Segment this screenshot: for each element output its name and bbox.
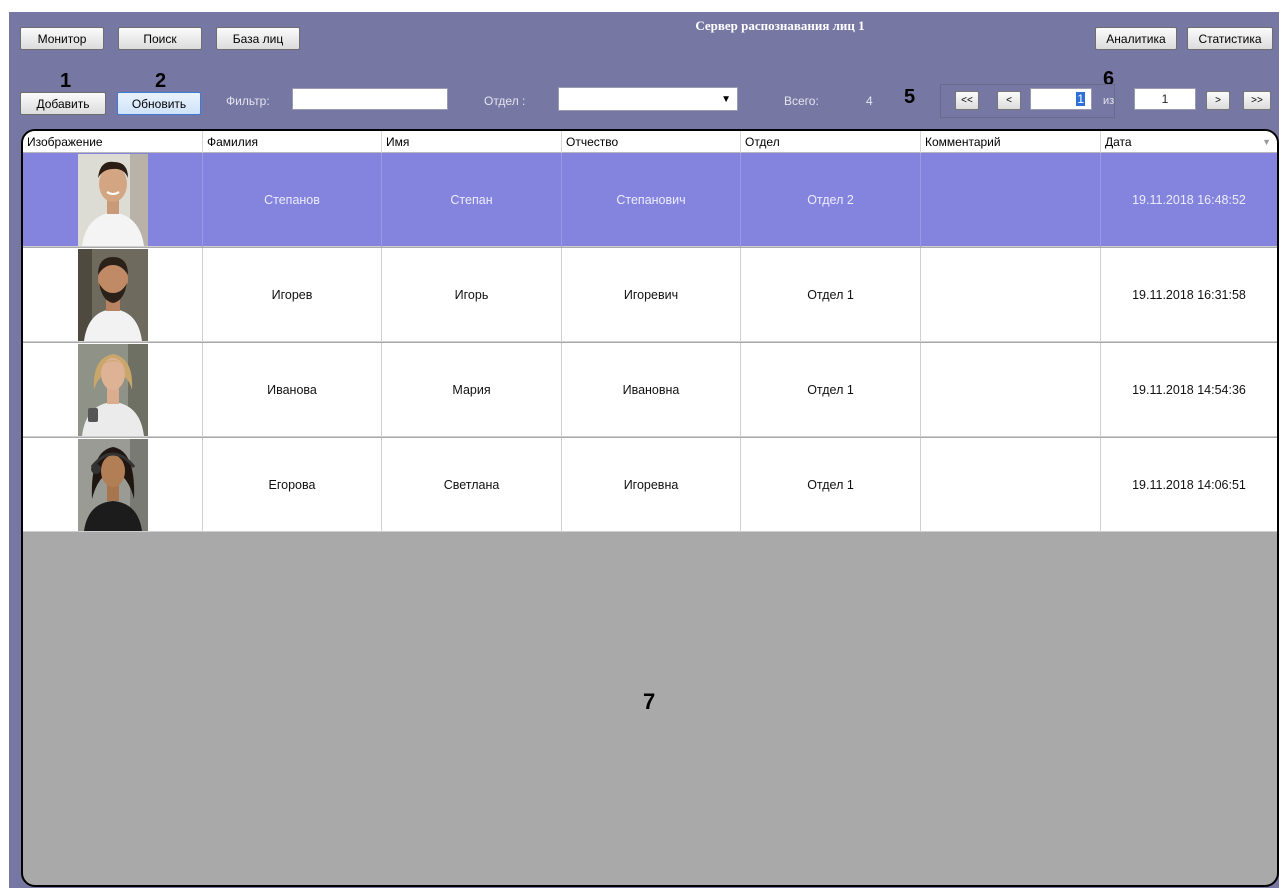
table-header: Изображение Фамилия Имя Отчество Отдел К… xyxy=(23,131,1277,153)
sort-icon: ▼ xyxy=(1262,137,1271,147)
window-title: Сервер распознавания лиц 1 xyxy=(695,18,865,33)
col-comment[interactable]: Комментарий xyxy=(921,131,1101,153)
callout-1: 1 xyxy=(60,70,72,92)
surname-cell: Егорова xyxy=(203,438,382,532)
name-cell: Мария xyxy=(382,343,562,437)
total-label: Всего: xyxy=(784,94,819,108)
monitor-button[interactable]: Монитор xyxy=(20,27,104,50)
total-pages-field: 1 xyxy=(1134,88,1196,110)
col-image[interactable]: Изображение xyxy=(23,131,203,153)
comment-cell xyxy=(921,153,1101,247)
name-cell: Игорь xyxy=(382,248,562,342)
patronymic-cell: Степанович xyxy=(562,153,741,247)
next-page-button[interactable]: > xyxy=(1206,91,1230,110)
col-date[interactable]: Дата ▼ xyxy=(1101,131,1277,153)
add-button[interactable]: Добавить xyxy=(20,92,106,115)
callout-2: 2 xyxy=(155,70,167,92)
date-cell: 19.11.2018 16:31:58 xyxy=(1132,288,1246,302)
of-label: из xyxy=(1103,95,1115,107)
first-page-button[interactable]: << xyxy=(955,91,979,110)
faces-table: Изображение Фамилия Имя Отчество Отдел К… xyxy=(21,129,1279,887)
refresh-button[interactable]: Обновить xyxy=(117,92,201,115)
patronymic-cell: Ивановна xyxy=(562,343,741,437)
photo-cell xyxy=(23,438,203,532)
total-count: 4 xyxy=(866,94,873,108)
table-row[interactable]: Иванова Мария Ивановна Отдел 1 19.11.201… xyxy=(23,343,1277,437)
department-cell: Отдел 1 xyxy=(741,343,921,437)
col-patronymic[interactable]: Отчество xyxy=(562,131,741,153)
table-row[interactable]: Степанов Степан Степанович Отдел 2 19.11… xyxy=(23,153,1277,247)
surname-cell: Иванова xyxy=(203,343,382,437)
comment-cell xyxy=(921,248,1101,342)
table-row[interactable]: Егорова Светлана Игоревна Отдел 1 19.11.… xyxy=(23,438,1277,532)
name-cell: Степан xyxy=(382,153,562,247)
page-input[interactable]: 1 xyxy=(1030,88,1092,110)
comment-cell xyxy=(921,343,1101,437)
col-department[interactable]: Отдел xyxy=(741,131,921,153)
department-cell: Отдел 1 xyxy=(741,438,921,532)
face-db-button[interactable]: База лиц xyxy=(216,27,300,50)
col-surname[interactable]: Фамилия xyxy=(203,131,382,153)
photo-cell xyxy=(23,248,203,342)
face-photo-image xyxy=(77,154,148,246)
table-row[interactable]: Игорев Игорь Игоревич Отдел 1 19.11.2018… xyxy=(23,248,1277,342)
department-cell: Отдел 1 xyxy=(741,248,921,342)
surname-cell: Игорев xyxy=(203,248,382,342)
face-photo-image xyxy=(77,249,148,341)
chevron-down-icon: ▼ xyxy=(721,93,731,105)
last-page-button[interactable]: >> xyxy=(1243,91,1271,110)
photo-cell xyxy=(23,343,203,437)
date-cell: 19.11.2018 16:48:52 xyxy=(1132,193,1246,207)
department-cell: Отдел 2 xyxy=(741,153,921,247)
comment-cell xyxy=(921,438,1101,532)
search-button[interactable]: Поиск xyxy=(118,27,202,50)
prev-page-button[interactable]: < xyxy=(997,91,1021,110)
col-name[interactable]: Имя xyxy=(382,131,562,153)
photo-cell xyxy=(23,153,203,247)
patronymic-cell: Игоревна xyxy=(562,438,741,532)
department-select[interactable]: ▼ xyxy=(558,87,738,111)
name-cell: Светлана xyxy=(382,438,562,532)
col-date-label: Дата xyxy=(1105,135,1132,149)
callout-7: 7 xyxy=(643,689,656,714)
date-cell: 19.11.2018 14:54:36 xyxy=(1132,383,1246,397)
page-input-value: 1 xyxy=(1076,92,1085,106)
date-cell: 19.11.2018 14:06:51 xyxy=(1132,478,1246,492)
filter-input[interactable] xyxy=(292,88,448,110)
filter-label: Фильтр: xyxy=(226,94,270,108)
callout-5: 5 xyxy=(904,86,916,108)
surname-cell: Степанов xyxy=(203,153,382,247)
face-photo-image xyxy=(77,439,148,531)
analytics-button[interactable]: Аналитика xyxy=(1095,27,1177,50)
patronymic-cell: Игоревич xyxy=(562,248,741,342)
department-label: Отдел : xyxy=(484,94,526,108)
face-photo-image xyxy=(77,344,148,436)
statistics-button[interactable]: Статистика xyxy=(1187,27,1273,50)
